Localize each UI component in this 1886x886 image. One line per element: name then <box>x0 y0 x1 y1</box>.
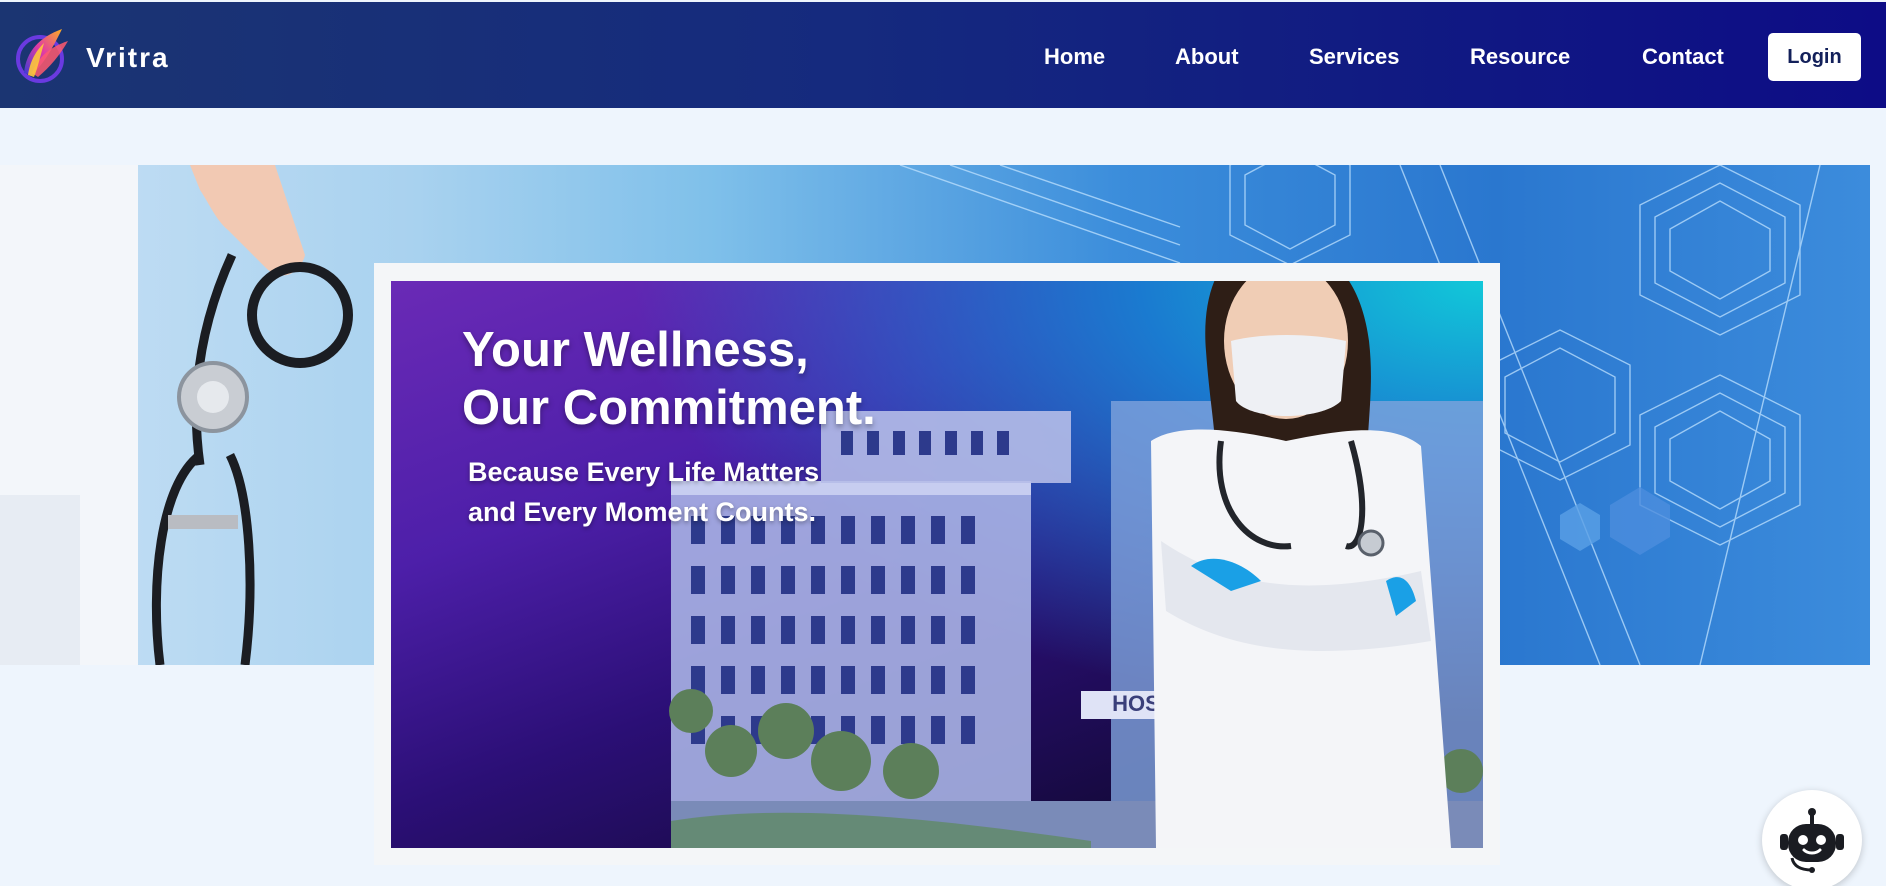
hero-subline: Because Every Life Matters and Every Mom… <box>468 452 819 532</box>
headline-line-2: Our Commitment. <box>462 381 876 435</box>
hero-headline: Your Wellness, Our Commitment. <box>462 321 876 437</box>
chatbot-launcher-button[interactable] <box>1762 790 1862 886</box>
subline-line-2: and Every Moment Counts. <box>468 497 817 527</box>
hospital-sign: HOS <box>1112 691 1160 716</box>
login-button[interactable]: Login <box>1768 33 1861 81</box>
nav-about-link[interactable]: About <box>1175 44 1239 70</box>
nav-services-link[interactable]: Services <box>1309 44 1400 70</box>
brand[interactable]: Vritra <box>10 23 170 92</box>
nav-contact-link[interactable]: Contact <box>1642 44 1724 70</box>
top-navbar: Vritra Home About Services Resource Cont… <box>0 2 1886 108</box>
nav-resource-link[interactable]: Resource <box>1470 44 1570 70</box>
nav-home-link[interactable]: Home <box>1044 44 1105 70</box>
subline-line-1: Because Every Life Matters <box>468 457 820 487</box>
headline-line-1: Your Wellness, <box>462 323 809 377</box>
doctor-figure <box>1151 281 1451 848</box>
brand-name: Vritra <box>86 41 170 73</box>
vritra-logo-icon <box>10 23 74 92</box>
